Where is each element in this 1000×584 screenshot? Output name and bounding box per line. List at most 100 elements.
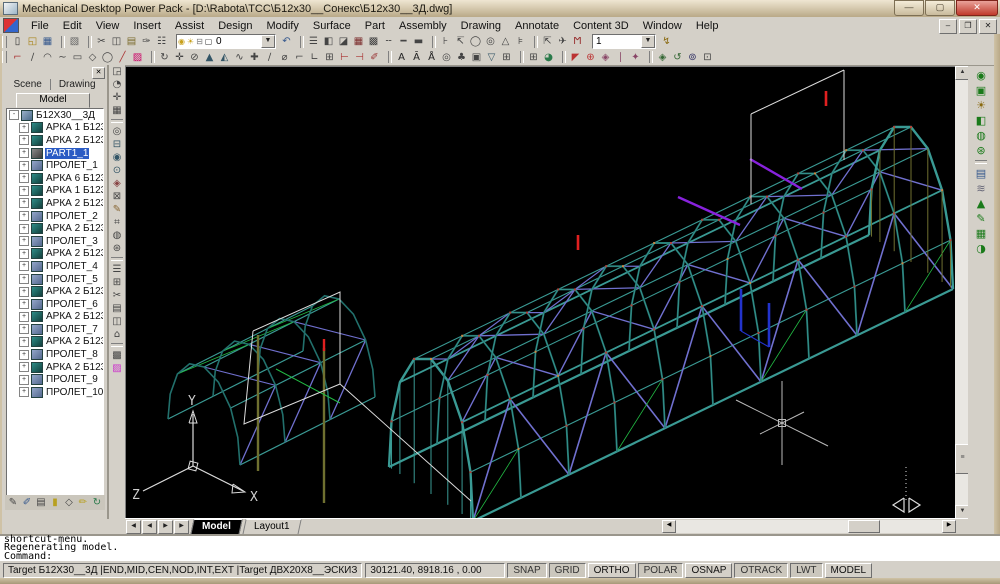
assembly-catalog-icon[interactable]: ◈: [655, 51, 670, 64]
make-object-layer-icon[interactable]: ◪: [336, 35, 351, 48]
edit-sketch-icon[interactable]: ✎: [110, 203, 124, 216]
tab-next-button[interactable]: ▶: [158, 520, 173, 534]
3d-orbit-icon[interactable]: ↻: [157, 51, 172, 64]
tab-prev-button[interactable]: ◀: [142, 520, 157, 534]
named-views-icon[interactable]: ◎: [110, 125, 124, 138]
polyline-icon[interactable]: ⌐: [10, 51, 25, 64]
linetype-icon[interactable]: ╌: [381, 35, 396, 48]
construction-line-icon[interactable]: ╱: [115, 51, 130, 64]
tree-item-label[interactable]: АРКА 2 Б1230_6: [45, 286, 104, 297]
menu-insert[interactable]: Insert: [126, 19, 168, 33]
tree-item-label[interactable]: АРКА 1 Б1230_2: [45, 185, 104, 196]
fog-icon[interactable]: ≋: [973, 181, 989, 196]
tree-item-ПРОЛЕТ_9[interactable]: +ПРОЛЕТ_9: [17, 373, 103, 386]
chevron-down-icon[interactable]: ▼: [261, 35, 275, 48]
open-icon[interactable]: ◱: [25, 35, 40, 48]
viewport-canvas[interactable]: YZX: [125, 66, 956, 519]
text-edit-icon[interactable]: Å: [424, 51, 439, 64]
text-icon[interactable]: A: [394, 51, 409, 64]
aerial-view-icon[interactable]: ▦: [110, 104, 124, 117]
toggle-snap[interactable]: SNAP: [507, 563, 546, 578]
viewports-icon[interactable]: ⊞: [499, 51, 514, 64]
fillet-icon[interactable]: ⌐: [292, 51, 307, 64]
menu-window[interactable]: Window: [636, 19, 689, 33]
render-preferences-icon[interactable]: ◑: [973, 241, 989, 256]
hole-note-icon[interactable]: ◯: [468, 35, 483, 48]
feature-frame-icon[interactable]: ⊧: [513, 35, 528, 48]
desktop-visibility-icon[interactable]: ✐: [20, 496, 34, 509]
match-properties-icon[interactable]: ✑: [139, 35, 154, 48]
toolbar-grip[interactable]: [2, 51, 7, 63]
named-views-icon[interactable]: ▣: [469, 51, 484, 64]
tree-item-label[interactable]: АРКА 6 Б1230_1: [45, 173, 104, 184]
rectangle-icon[interactable]: ▭: [70, 51, 85, 64]
toggle-model[interactable]: MODEL: [825, 563, 873, 578]
expand-icon[interactable]: +: [19, 173, 29, 183]
home-icon[interactable]: ⌂: [110, 328, 124, 341]
tree-item-label[interactable]: PART1_1: [45, 148, 89, 159]
scroll-right-icon[interactable]: ▶: [942, 520, 956, 533]
front-view-icon[interactable]: ⊟: [110, 138, 124, 151]
toolbar-grip[interactable]: [2, 36, 7, 48]
tree-item-label[interactable]: АРКА 2 Б1230_8: [45, 336, 104, 347]
options-icon[interactable]: ⊚: [685, 51, 700, 64]
copy-icon[interactable]: ◫: [109, 35, 124, 48]
tree-item-label[interactable]: ПРОЛЕТ_9: [45, 374, 99, 385]
trim-icon[interactable]: ⊢: [337, 51, 352, 64]
tree-item-label[interactable]: АРКА 2 Б1230_3: [45, 223, 104, 234]
dim-style-icon[interactable]: ⇱: [540, 35, 555, 48]
tree-item-АРКА 1 Б1230_1[interactable]: +АРКА 1 Б1230_1: [17, 122, 103, 135]
sketch-icon[interactable]: ✐: [367, 51, 382, 64]
expand-icon[interactable]: -: [9, 110, 19, 120]
constraints-icon[interactable]: ◍: [110, 229, 124, 242]
new-feature-icon[interactable]: ⊕: [583, 51, 598, 64]
minimize-button[interactable]: —: [894, 0, 924, 16]
catalog-icon[interactable]: ▤: [34, 496, 48, 509]
viewport-vscrollbar[interactable]: ▲ ≡ ▼: [955, 66, 968, 518]
expand-icon[interactable]: +: [19, 249, 29, 259]
tree-item-АРКА 2 Б1230_6[interactable]: +АРКА 2 Б1230_6: [17, 285, 103, 298]
tab-layout1[interactable]: Layout1: [242, 519, 301, 535]
tree-item-ПРОЛЕТ_3[interactable]: +ПРОЛЕТ_3: [17, 235, 103, 248]
tab-model-layout[interactable]: Model: [190, 519, 242, 535]
tree-item-PART1_1[interactable]: + PART1_1: [17, 147, 103, 160]
expand-icon[interactable]: +: [19, 224, 29, 234]
desktop-options-icon[interactable]: ✎: [6, 496, 20, 509]
sweep-icon[interactable]: ∿: [232, 51, 247, 64]
section-view-icon[interactable]: ⊠: [110, 190, 124, 203]
hatch-icon[interactable]: ▨: [130, 51, 145, 64]
display-icon[interactable]: ▩: [110, 349, 124, 362]
menu-design[interactable]: Design: [211, 19, 259, 33]
expand-icon[interactable]: +: [19, 148, 29, 158]
scenes-icon[interactable]: ▣: [973, 83, 989, 98]
tab-scene[interactable]: Scene: [5, 78, 49, 91]
hole-icon[interactable]: ⌀: [277, 51, 292, 64]
union-icon[interactable]: ✚: [247, 51, 262, 64]
scroll-left-icon[interactable]: ◀: [662, 520, 676, 533]
circle-icon[interactable]: ◯: [100, 51, 115, 64]
context-help-icon[interactable]: ⊡: [700, 51, 715, 64]
materials-icon[interactable]: ◧: [973, 113, 989, 128]
material-display-icon[interactable]: ▨: [110, 362, 124, 375]
save-icon[interactable]: ▦: [40, 35, 55, 48]
undo-icon[interactable]: ↶: [279, 35, 294, 48]
annotate-icon[interactable]: ✏: [76, 496, 90, 509]
top-view-icon[interactable]: ◉: [110, 151, 124, 164]
tree-item-ПРОЛЕТ_4[interactable]: +ПРОЛЕТ_4: [17, 260, 103, 273]
expand-icon[interactable]: +: [19, 274, 29, 284]
tree-item-АРКА 2 Б1230_9[interactable]: +АРКА 2 Б1230_9: [17, 361, 103, 374]
toggle-grid[interactable]: GRID: [549, 563, 586, 578]
work-axis-icon[interactable]: ∣: [613, 51, 628, 64]
filter-icon[interactable]: ◇: [62, 496, 76, 509]
profile-icon[interactable]: ⌗: [110, 216, 124, 229]
menu-edit[interactable]: Edit: [56, 19, 89, 33]
expand-icon[interactable]: +: [19, 186, 29, 196]
tree-item-label[interactable]: ПРОЛЕТ_4: [45, 261, 99, 272]
ucs-icon[interactable]: ⊞: [526, 51, 541, 64]
menu-annotate[interactable]: Annotate: [508, 19, 566, 33]
tree-item-АРКА 2 Б1230_4[interactable]: +АРКА 2 Б1230_4: [17, 248, 103, 261]
iso-view-icon[interactable]: ⊙: [110, 164, 124, 177]
hscroll-thumb[interactable]: [848, 520, 880, 533]
expand-icon[interactable]: +: [19, 135, 29, 145]
expand-icon[interactable]: +: [19, 198, 29, 208]
